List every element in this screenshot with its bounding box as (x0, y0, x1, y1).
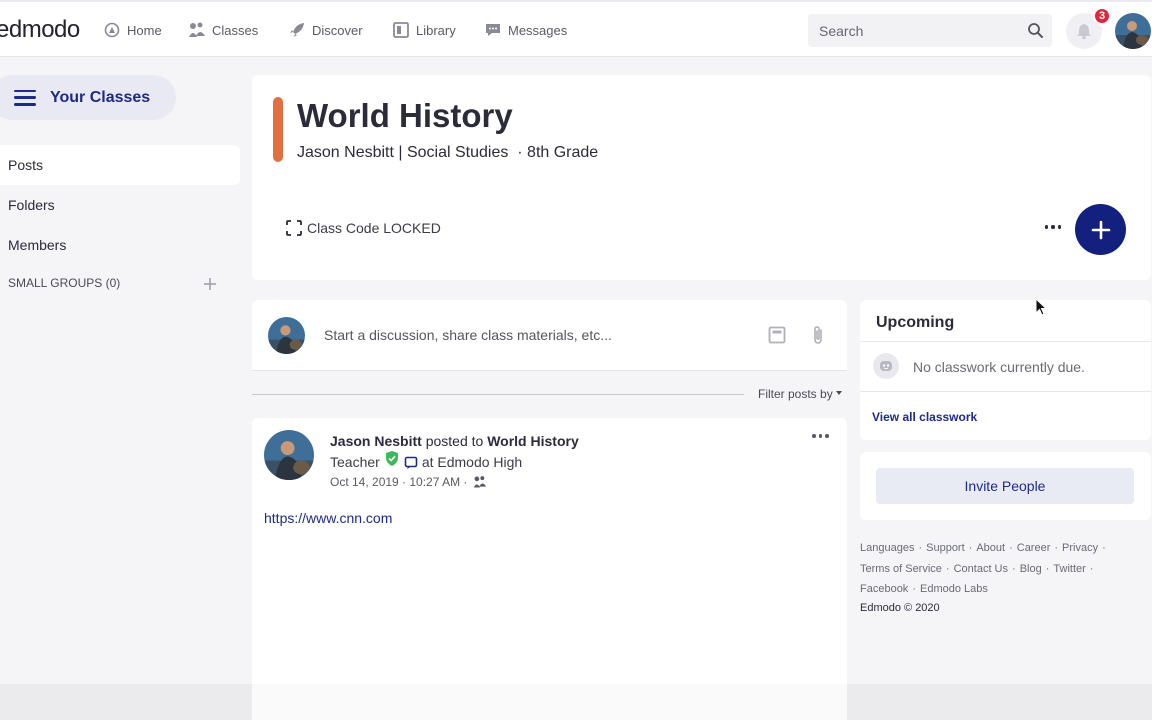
small-groups-heading: SMALL GROUPS (0) (8, 276, 121, 290)
rocket-icon (288, 21, 306, 39)
search-icon[interactable] (1027, 22, 1044, 39)
search-box (808, 14, 1052, 47)
create-post-button[interactable] (1075, 204, 1126, 255)
upcoming-title: Upcoming (876, 314, 955, 331)
divider (860, 391, 1151, 392)
nav-discover[interactable]: Discover (288, 21, 363, 39)
divider (860, 341, 1151, 342)
library-attach-icon[interactable] (768, 326, 786, 344)
bell-icon (1077, 24, 1091, 40)
nav-messages[interactable]: Messages (484, 21, 567, 39)
robot-icon (873, 353, 899, 379)
upcoming-card: Upcoming No classwork currently due. Vie… (860, 300, 1151, 440)
no-classwork-message: No classwork currently due. (913, 359, 1085, 375)
post-composer[interactable]: Start a discussion, share class material… (252, 300, 847, 371)
filter-posts-dropdown[interactable]: Filter posts by (758, 387, 842, 401)
view-all-classwork-link[interactable]: View all classwork (872, 410, 977, 424)
home-icon (103, 21, 121, 39)
nav-discover-label: Discover (312, 22, 363, 38)
class-subtitle: Jason Nesbitt | Social Studies · 8th Gra… (297, 144, 599, 161)
audience-icon (474, 476, 487, 488)
class-more-options-button[interactable] (1044, 215, 1062, 239)
post-school[interactable]: at Edmodo High (422, 454, 522, 470)
caret-down-icon (835, 390, 842, 395)
paperclip-icon[interactable] (809, 325, 827, 345)
footer-link-languages[interactable]: Languages (860, 542, 914, 554)
post-author-avatar[interactable] (264, 430, 314, 480)
your-classes-label: Your Classes (50, 88, 151, 106)
nav-library-label: Library (416, 22, 456, 38)
nav-home[interactable]: Home (103, 21, 162, 39)
footer-link-terms[interactable]: Terms of Service (860, 563, 942, 575)
footer-link-privacy[interactable]: Privacy (1062, 542, 1098, 554)
nav-home-label: Home (127, 22, 162, 38)
footer-link-support[interactable]: Support (926, 542, 965, 554)
school-icon (404, 456, 418, 469)
sidebar-item-label: Members (8, 237, 67, 253)
class-code-status[interactable]: Class Code LOCKED (285, 219, 441, 237)
invite-people-button[interactable]: Invite People (876, 468, 1134, 504)
library-icon (392, 21, 410, 39)
composer-avatar (268, 317, 305, 354)
hamburger-icon (14, 89, 36, 106)
lock-frame-icon (286, 220, 302, 236)
mouse-cursor-icon (1035, 298, 1047, 316)
post-link[interactable]: https://www.cnn.com (264, 510, 392, 526)
user-avatar[interactable] (1115, 13, 1151, 49)
top-navigation-bar: edmodo Home Classes Discover Library Mes… (0, 0, 1152, 57)
nav-messages-label: Messages (508, 22, 568, 38)
post-timestamp: Oct 14, 2019 · 10:27 AM · (330, 475, 468, 489)
filter-divider (252, 394, 744, 395)
messages-icon (484, 21, 502, 39)
sidebar-item-label: Folders (8, 197, 55, 213)
add-small-group-icon[interactable] (203, 277, 217, 291)
nav-classes[interactable]: Classes (188, 21, 258, 39)
post-author-role: Teacher at Edmodo High (330, 451, 522, 470)
your-classes-button[interactable]: Your Classes (0, 75, 176, 120)
sidebar-item-members[interactable]: Members (0, 225, 240, 265)
post-header: Jason Nesbitt posted to World History (330, 433, 579, 449)
post-continuation (252, 684, 847, 720)
nav-library[interactable]: Library (392, 21, 456, 39)
footer-link-about[interactable]: About (976, 542, 1005, 554)
sidebar-item-label: Posts (8, 157, 44, 173)
copyright: Edmodo © 2020 (860, 602, 940, 614)
post-role-label: Teacher (330, 453, 380, 470)
post-target-class[interactable]: World History (487, 433, 579, 449)
sidebar-item-folders[interactable]: Folders (0, 185, 240, 225)
search-input[interactable] (808, 22, 1018, 39)
footer-link-career[interactable]: Career (1017, 542, 1051, 554)
class-title: World History (297, 97, 513, 134)
class-color-accent (273, 97, 283, 162)
verified-shield-icon (385, 451, 398, 466)
class-code-label: Class Code LOCKED (307, 220, 441, 236)
post-posted-to: posted to (425, 433, 484, 449)
post-author-name[interactable]: Jason Nesbitt (330, 433, 422, 449)
footer-link-facebook[interactable]: Facebook (860, 583, 908, 595)
footer-link-contact[interactable]: Contact Us (954, 563, 1008, 575)
class-header-card: World History Jason Nesbitt | Social Stu… (252, 75, 1151, 280)
composer-placeholder[interactable]: Start a discussion, share class material… (324, 327, 612, 343)
notification-badge: 3 (1093, 7, 1111, 25)
footer-link-labs[interactable]: Edmodo Labs (920, 583, 988, 595)
filter-label: Filter posts by (758, 387, 833, 401)
footer-links: Languages · Support · About · Career · Privacy · … (860, 542, 1106, 595)
footer-link-twitter[interactable]: Twitter (1053, 563, 1085, 575)
sidebar-item-posts[interactable]: Posts (0, 145, 240, 185)
edmodo-logo[interactable]: edmodo (0, 16, 80, 44)
footer-link-blog[interactable]: Blog (1020, 563, 1042, 575)
post-meta: Oct 14, 2019 · 10:27 AM · (330, 475, 487, 489)
post-card: Jason Nesbitt posted to World History Te… (252, 418, 847, 720)
invite-card: Invite People (860, 452, 1151, 520)
post-more-options-button[interactable] (812, 434, 829, 438)
nav-classes-label: Classes (212, 22, 259, 38)
classes-icon (188, 21, 206, 39)
bottom-bar (0, 684, 1152, 720)
plus-icon (1091, 220, 1110, 239)
